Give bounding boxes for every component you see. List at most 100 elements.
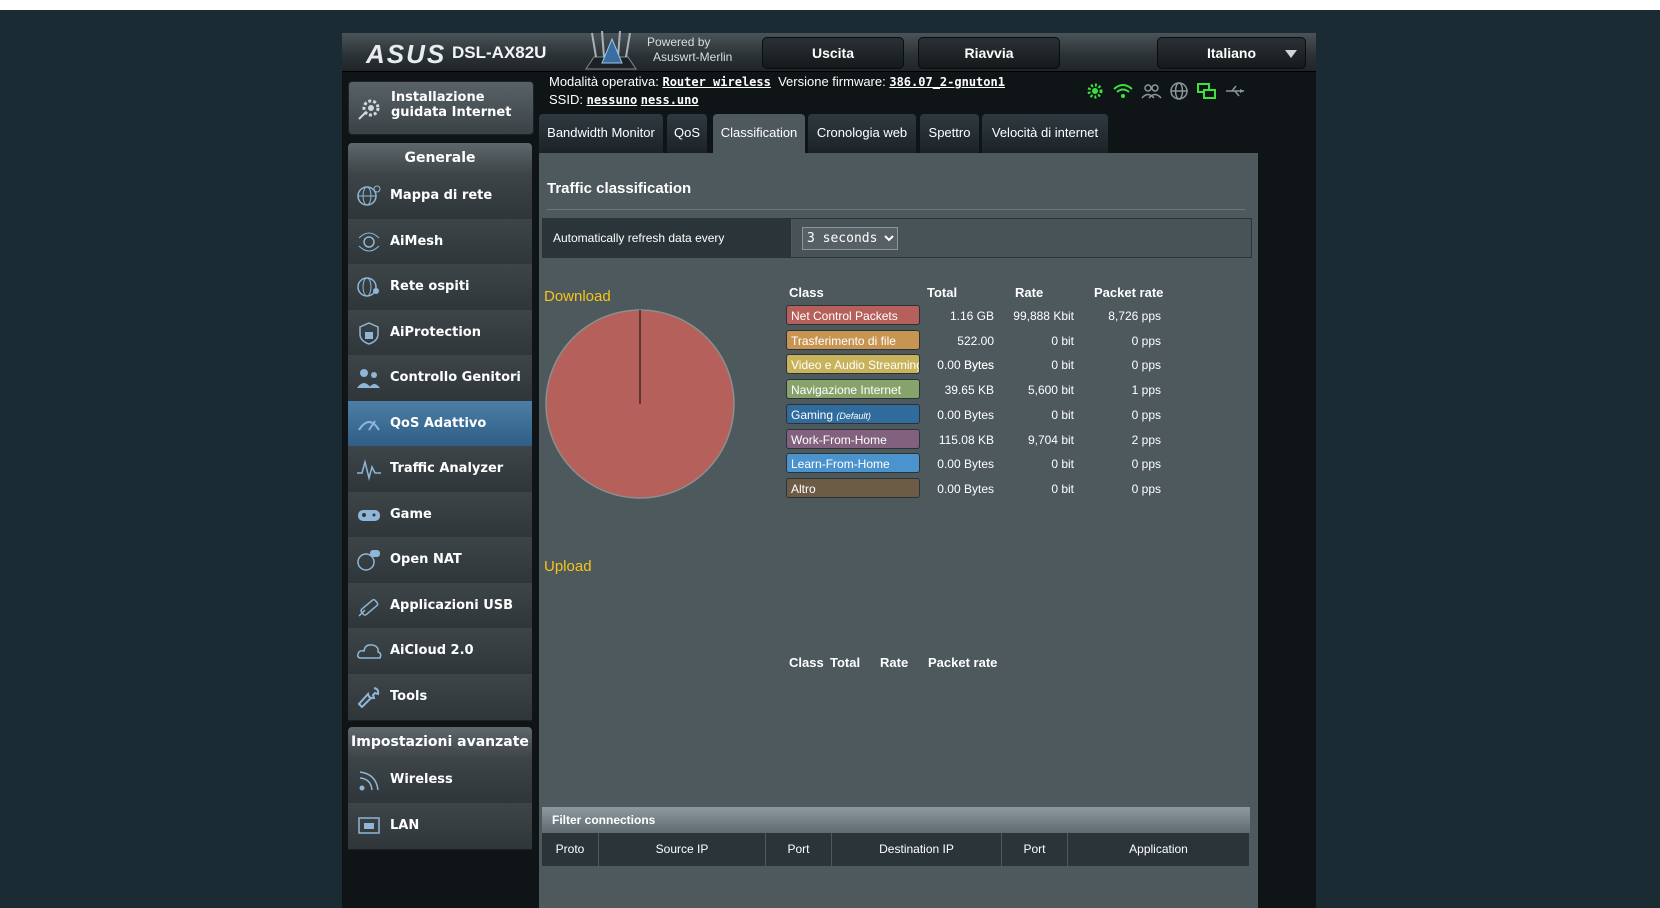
class-rate: 9,704 bit [1027,432,1074,447]
filter-col-port[interactable]: Port [1002,833,1068,866]
network-devices-icon[interactable] [1196,81,1218,101]
class-total: 0.00 Bytes [937,457,994,472]
ssid-link-2[interactable]: ness.uno [641,93,699,107]
sidebar-item-traffic-analyzer[interactable]: Traffic Analyzer [348,446,532,493]
firmware-version-link[interactable]: 386.07_2-gnuton1 [889,75,1005,89]
open-nat-icon [356,548,382,572]
sidebar-item-controllo-genitori[interactable]: Controllo Genitori [348,355,532,402]
tab-velocit-di-internet[interactable]: Velocità di internet [982,114,1108,153]
class-badge[interactable]: Altro [786,477,920,498]
sidebar-item-label: Tools [390,688,428,704]
wizard-label-line1: Installazione [391,90,485,105]
language-value: Italiano [1206,45,1256,61]
class-rate: 0 bit [1051,481,1074,496]
class-pps: 0 pps [1131,481,1161,496]
sidebar-item-label: Traffic Analyzer [390,461,504,476]
sidebar-item-open-nat[interactable]: Open NAT [348,537,532,584]
top-page-strip [0,0,1660,10]
chevron-down-icon [1285,50,1297,58]
header-bar: ASUS DSL-AX82U Powered by Asuswrt-Merlin… [342,30,1316,72]
wifi-status-icon[interactable] [1112,81,1134,101]
operation-mode-link[interactable]: Router wireless [662,75,770,89]
tab-spettro[interactable]: Spettro [920,114,979,153]
class-name: Trasferimento di file [791,333,896,348]
sidebar-item-aicloud-2-0[interactable]: AiCloud 2.0 [348,628,532,675]
model-name: DSL-AX82U [452,43,547,62]
class-badge[interactable]: Work-From-Home [786,428,920,449]
aimesh-icon [356,230,382,254]
sidebar-item-applicazioni-usb[interactable]: Applicazioni USB [348,582,532,630]
class-row: Trasferimento di file 522.00 Bytes 0 bit 0 … [786,329,1216,372]
sidebar-item-tools[interactable]: Tools [348,673,532,721]
sidebar-item-label: QoS Adattivo [390,415,487,431]
upload-col-class-header: Class [789,655,824,670]
sidebar-item-qos-adattivo[interactable]: QoS Adattivo [348,400,532,448]
tab-classification[interactable]: Classification [713,114,805,153]
class-badge[interactable]: Video e Audio Streaming [786,354,920,375]
cpu-status-icon[interactable] [1084,81,1106,101]
col-class-header: Class [789,285,824,300]
sidebar-item-game[interactable]: Game [348,491,532,539]
class-row: Work-From-Home 115.08 KB 9,704 bit 2 pps [786,428,1216,452]
ssid-link-1[interactable]: nessuno [587,93,638,107]
filter-connections-header: Proto Source IP Port Destination IP Port Appl… [542,833,1250,866]
refresh-label: Automatically refresh data every [543,219,791,257]
usb-status-icon[interactable] [1224,81,1246,101]
tab-bandwidth-monitor[interactable]: Bandwidth Monitor [539,114,663,153]
sidebar-item-label: Mappa di rete [390,188,493,203]
internet-globe-icon[interactable] [1168,81,1190,101]
sidebar-item-lan[interactable]: LAN [348,802,532,850]
class-row: Net Control Packets 1.16 GB 99,888 Kbit 8,7… [786,304,1216,328]
sidebar-item-label: AiMesh [390,233,444,249]
filter-col-destination-ip[interactable]: Destination IP [832,833,1002,866]
upload-col-packet-rate-header: Packet rate [928,655,998,670]
router-icon [585,30,637,70]
filter-col-proto[interactable]: Proto [542,833,599,866]
download-pie-chart [545,309,735,499]
class-pps: 1 pps [1131,383,1161,398]
class-total: 115.08 KB [938,432,994,447]
sidebar-item-aimesh[interactable]: AiMesh [348,218,532,266]
system-info: Modalità operativa: Router wireless Vers… [549,73,1005,109]
reboot-button[interactable]: Riavvia [918,37,1060,69]
network-map-icon [356,184,382,208]
class-badge[interactable]: Learn-From-Home [786,453,920,474]
refresh-interval-select[interactable]: 3 seconds [802,227,898,250]
class-badge[interactable]: Net Control Packets [786,305,920,325]
internet-setup-wizard-button[interactable]: Installazione guidata Internet [348,81,534,135]
filter-col-port[interactable]: Port [766,833,832,866]
class-rate: 0 bit [1051,358,1074,373]
class-badge[interactable]: Gaming (Default) [786,403,920,424]
sidebar-item-mappa-di-rete[interactable]: Mappa di rete [348,173,532,220]
general-section-title: Generale [348,143,532,173]
firmware-label: Versione firmware: [778,74,886,89]
shield-lock-icon [356,321,382,345]
language-select[interactable]: Italiano [1157,37,1306,69]
col-rate-header: Rate [1015,285,1044,300]
class-pps: 8,726 pps [1108,309,1161,323]
sidebar-item-rete-ospiti[interactable]: Rete ospiti [348,264,532,311]
filter-col-application[interactable]: Application [1068,833,1250,866]
logout-button[interactable]: Uscita [762,37,904,69]
page-title: Traffic classification [547,180,692,197]
guest-network-icon [356,275,382,299]
class-pps: 0 pps [1131,358,1161,373]
class-rate: 99,888 Kbit [1013,309,1074,323]
powered-by-line1: Powered by [647,35,711,49]
tab-qos[interactable]: QoS [667,114,707,153]
router-ui: ASUS DSL-AX82U Powered by Asuswrt-Merlin… [342,30,1316,908]
sidebar-item-label: Applicazioni USB [390,597,514,613]
class-name: Gaming [791,407,834,422]
clients-status-icon[interactable] [1140,81,1162,101]
class-badge[interactable]: Navigazione Internet [786,379,920,400]
sidebar-item-wireless[interactable]: Wireless [348,757,532,804]
lan-icon [356,814,382,838]
wizard-gear-icon [358,99,380,120]
class-total: 0.00 Bytes [937,407,994,422]
sidebar-item-label: Game [390,506,432,522]
class-badge[interactable]: Trasferimento di file [786,329,920,350]
tab-cronologia-web[interactable]: Cronologia web [808,114,916,153]
sidebar-item-aiprotection[interactable]: AiProtection [348,309,532,357]
filter-col-source-ip[interactable]: Source IP [599,833,766,866]
class-row: Learn-From-Home 0.00 Bytes 0 bit 0 pps [786,452,1216,476]
